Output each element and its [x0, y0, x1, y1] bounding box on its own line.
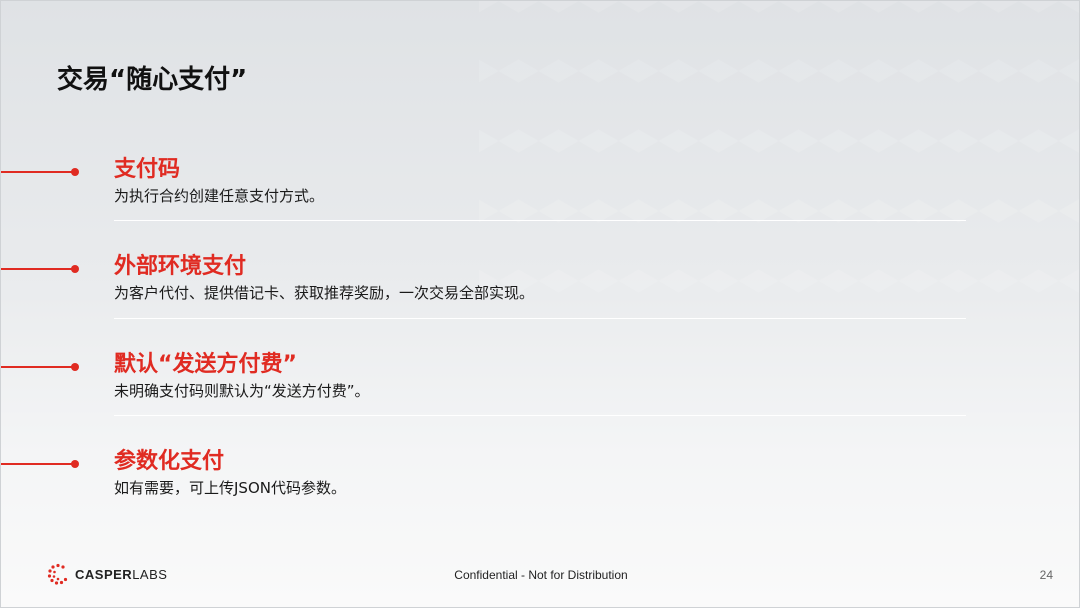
list-item: 默认“发送方付费” 未明确支付码则默认为“发送方付费”。: [1, 346, 1080, 416]
bullet-line: [1, 268, 73, 270]
item-heading: 参数化支付: [114, 449, 225, 474]
divider: [114, 415, 966, 416]
item-heading: 外部环境支付: [114, 254, 247, 279]
item-description: 为客户代付、提供借记卡、获取推荐奖励，一次交易全部实现。: [114, 284, 535, 302]
item-description: 为执行合约创建任意支付方式。: [114, 187, 325, 205]
bullet-dot: [71, 168, 79, 176]
divider: [114, 318, 966, 319]
list-item: 外部环境支付 为客户代付、提供借记卡、获取推荐奖励，一次交易全部实现。: [1, 248, 1080, 318]
slide: 交易“随心支付” 支付码 为执行合约创建任意支付方式。 外部环境支付 为客户代付…: [0, 0, 1080, 608]
page-number: 24: [1039, 568, 1053, 582]
item-description: 如有需要，可上传JSON代码参数。: [114, 479, 346, 497]
confidential-notice: Confidential - Not for Distribution: [454, 568, 628, 582]
divider: [114, 220, 966, 221]
list-item: 支付码 为执行合约创建任意支付方式。: [1, 151, 1080, 221]
bullet-dot: [71, 363, 79, 371]
item-heading: 支付码: [114, 157, 181, 182]
bullet-dot: [71, 460, 79, 468]
bullet-line: [1, 171, 73, 173]
bullet-line: [1, 366, 73, 368]
slide-title: 交易“随心支付”: [57, 65, 248, 95]
item-heading: 默认“发送方付费”: [114, 352, 297, 377]
list-item: 参数化支付 如有需要，可上传JSON代码参数。: [1, 443, 1080, 513]
bullet-dot: [71, 265, 79, 273]
bullet-line: [1, 463, 73, 465]
item-description: 未明确支付码则默认为“发送方付费”。: [114, 382, 370, 400]
